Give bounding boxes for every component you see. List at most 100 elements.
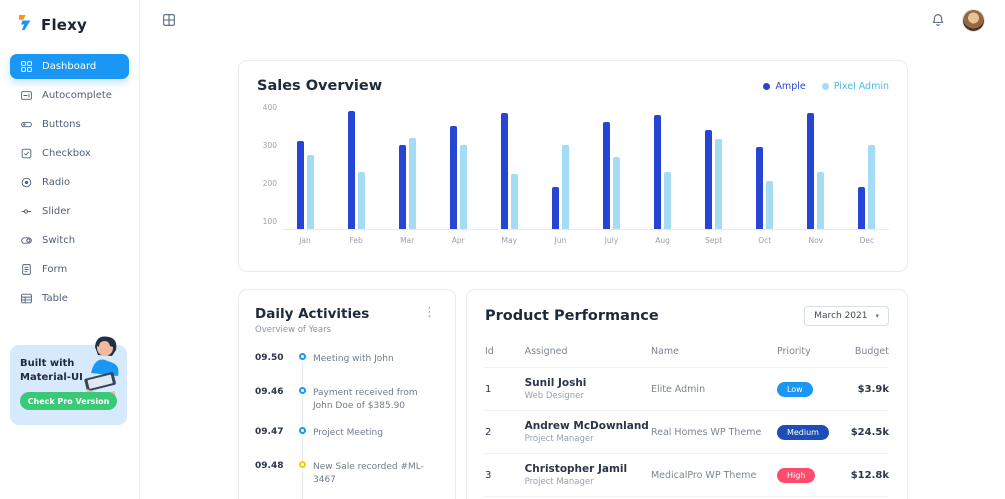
sidebar-item-label: Buttons (42, 119, 81, 130)
x-tick-label: Jun (554, 236, 567, 245)
timeline-text: New Sale recorded #ML-3467 (313, 462, 424, 486)
timeline-marker (291, 427, 313, 462)
cell-id: 2 (485, 426, 492, 438)
dashboard-icon (20, 60, 33, 73)
x-tick-label: Jan (299, 236, 311, 245)
bar-ample (807, 112, 814, 229)
x-tick-label: Feb (349, 236, 363, 245)
bar-ample (297, 141, 304, 229)
timeline-time: 09.47 (255, 427, 284, 438)
x-tick-label: July (604, 236, 619, 245)
cell-budget: $24.5k (850, 426, 889, 438)
sidebar-item-autocomplete[interactable]: Autocomplete (10, 83, 129, 108)
daily-activities-card: Daily Activities Overview of Years ⋮ 09.… (238, 289, 456, 499)
timeline-item: 09.47 Project Meeting (255, 427, 439, 462)
bar-pixel-admin (715, 139, 722, 229)
activity-timeline: 09.50 Meeting with John 09.46 Payment recei… (255, 353, 439, 499)
timeline-dot-icon (298, 461, 306, 469)
cell-assigned-role: Project Manager (524, 477, 594, 487)
bar-group-mar (399, 137, 416, 229)
sidebar-item-switch[interactable]: Switch (10, 228, 129, 253)
period-select-value: March 2021 (814, 311, 868, 321)
timeline-connector (301, 471, 303, 499)
x-tick-label: May (501, 236, 518, 245)
sidebar-item-checkbox[interactable]: Checkbox (10, 141, 129, 166)
x-tick-label: Sept (705, 236, 723, 245)
product-performance-card: Product Performance March 2021 ▾ Id Assig… (466, 289, 908, 499)
logo[interactable]: Flexy (0, 0, 139, 46)
apps-grid-icon[interactable] (161, 12, 177, 28)
bar-pixel-admin (613, 156, 620, 229)
radio-icon (20, 176, 33, 189)
kebab-menu-icon[interactable]: ⋮ (420, 306, 439, 319)
sidebar-item-label: Checkbox (42, 148, 91, 159)
notification-bell-icon[interactable] (930, 12, 946, 28)
product-performance-title: Product Performance (485, 308, 659, 324)
cell-budget: $3.9k (857, 383, 889, 395)
promo-line2: Material-UI (20, 371, 83, 383)
daily-activities-subtitle: Overview of Years (255, 325, 332, 335)
bar-group-sept (705, 129, 722, 229)
x-tick-label: Aug (655, 236, 670, 245)
table-row: 1 Sunil Joshi Web Designer Elite Admin Low $3… (485, 367, 889, 411)
checkbox-icon (20, 147, 33, 160)
bar-ample (501, 112, 508, 229)
sidebar-menu: Dashboard Autocomplete Buttons Checkbox Radi… (0, 46, 139, 311)
bar-group-feb (348, 110, 365, 229)
daily-activities-title: Daily Activities (255, 306, 370, 322)
chart-plot: Jan Feb Mar Apr May Jun July Aug Sept Oct Nov Dec (283, 108, 889, 258)
timeline-dot-icon (298, 387, 306, 394)
timeline-item: 09.50 Meeting with John (255, 353, 439, 387)
y-tick-label: 300 (262, 141, 277, 151)
user-avatar[interactable] (962, 8, 985, 32)
sales-bar-chart: 100 200 300 400 Jan Feb Mar Apr May Jun July Aug Se… (257, 103, 889, 258)
priority-badge: High (776, 467, 816, 483)
y-tick-label: 100 (262, 217, 277, 227)
bar-pixel-admin (664, 171, 671, 229)
switch-icon (20, 234, 33, 247)
check-pro-version-button[interactable]: Check Pro Version (20, 392, 117, 410)
cell-assigned-name: Christopher Jamil (524, 463, 628, 475)
sales-overview-card: Sales Overview Ample Pixel Admin 100 200 30… (238, 60, 908, 272)
period-select[interactable]: March 2021 ▾ (804, 306, 889, 326)
cell-product-name: Elite Admin (650, 383, 706, 395)
sidebar-item-dashboard[interactable]: Dashboard (10, 54, 129, 79)
y-tick-label: 200 (262, 179, 277, 189)
sidebar-item-buttons[interactable]: Buttons (10, 112, 129, 137)
bar-pixel-admin (307, 154, 314, 229)
bar-pixel-admin (409, 137, 416, 229)
chart-bars (283, 108, 889, 230)
cell-budget: $12.8k (850, 469, 889, 481)
performance-table-header: Id Assigned Name Priority Budget (485, 338, 889, 368)
legend-label: Pixel Admin (833, 80, 889, 92)
timeline-time: 09.50 (255, 353, 284, 363)
sidebar-item-table[interactable]: Table (10, 286, 129, 311)
flexy-logo-icon (15, 13, 34, 36)
performance-table-body: 1 Sunil Joshi Web Designer Elite Admin Low $3… (485, 367, 889, 497)
timeline-time: 09.46 (255, 387, 284, 397)
timeline-connector (301, 397, 303, 428)
timeline-connector (301, 437, 303, 462)
chart-x-axis: Jan Feb Mar Apr May Jun July Aug Sept Oct Nov Dec (283, 230, 889, 245)
timeline-dot-icon (298, 353, 306, 360)
timeline-text: Payment received from John Doe of $385.9… (313, 388, 418, 412)
bar-ample (654, 114, 661, 229)
timeline-text: Meeting with John (313, 354, 394, 364)
bar-ample (603, 122, 610, 229)
timeline-item: 09.46 Payment received from John Doe of $… (255, 387, 439, 428)
sidebar-item-form[interactable]: Form (10, 257, 129, 282)
bar-pixel-admin (460, 145, 467, 229)
timeline-dot-icon (298, 427, 306, 435)
bar-ample (756, 147, 763, 229)
sidebar-item-slider[interactable]: Slider (10, 199, 129, 224)
timeline-marker (291, 387, 313, 428)
logo-text: Flexy (41, 15, 88, 34)
topbar (141, 0, 1005, 40)
cell-assigned-role: Web Designer (524, 391, 584, 401)
chevron-down-icon: ▾ (875, 312, 879, 320)
column-header-assigned: Assigned (524, 346, 568, 357)
sidebar-item-radio[interactable]: Radio (10, 170, 129, 195)
column-header-id: Id (485, 346, 494, 357)
bar-pixel-admin (511, 173, 518, 229)
cell-assigned-name: Sunil Joshi (524, 377, 587, 389)
